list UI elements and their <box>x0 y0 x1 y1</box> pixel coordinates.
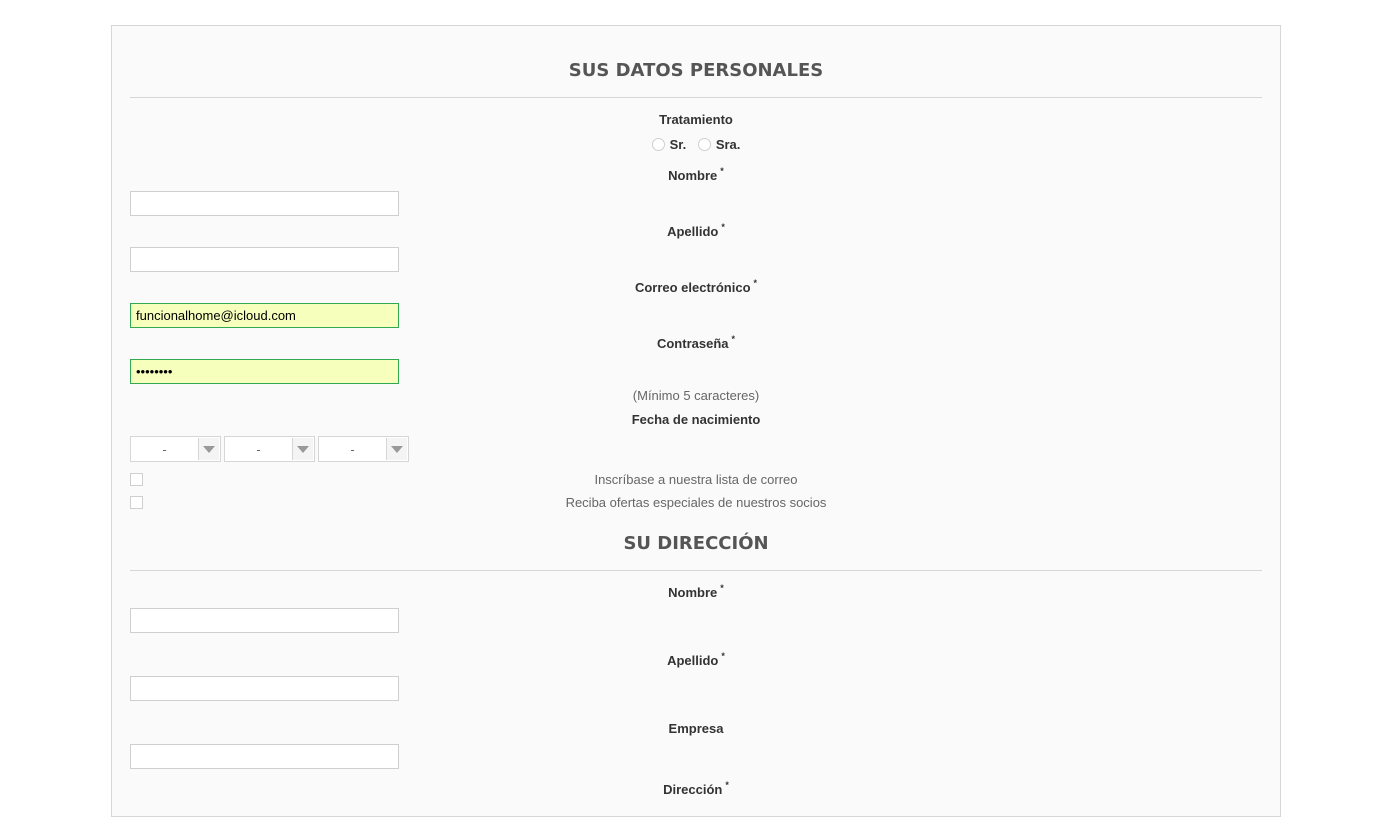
newsletter-label: Inscríbase a nuestra lista de correo <box>594 472 798 487</box>
required-mark: * <box>720 583 724 593</box>
partner-offers-label: Reciba ofertas especiales de nuestros so… <box>565 495 827 510</box>
chevron-down-icon <box>198 438 219 460</box>
address-first-name-input[interactable] <box>130 608 399 633</box>
company-label: Empresa <box>668 721 724 736</box>
title-label: Tratamiento <box>659 112 733 127</box>
address-divider <box>130 570 1262 571</box>
title-option-mr-label: Sr. <box>669 137 687 152</box>
required-mark: * <box>731 334 736 344</box>
address-last-name-label: Apellido * <box>667 651 725 668</box>
personal-data-divider <box>130 97 1262 98</box>
radio-mr[interactable] <box>651 138 665 152</box>
birthdate-year-value: - <box>350 442 355 457</box>
last-name-label: Apellido * <box>667 222 725 239</box>
required-mark: * <box>720 166 724 176</box>
company-input[interactable] <box>130 744 399 769</box>
birthdate-month-value: - <box>256 442 261 457</box>
title-option-mr[interactable]: Sr. <box>651 137 687 152</box>
title-option-mrs[interactable]: Sra. <box>697 137 741 152</box>
birthdate-month-select[interactable]: - <box>224 436 315 462</box>
first-name-input[interactable] <box>130 191 399 216</box>
email-input[interactable]: funcionalhome@icloud.com <box>130 303 399 328</box>
first-name-label: Nombre * <box>668 166 724 183</box>
last-name-input[interactable] <box>130 247 399 272</box>
radio-mrs[interactable] <box>697 138 711 152</box>
birthdate-day-select[interactable]: - <box>130 436 221 462</box>
email-label: Correo electrónico * <box>634 278 758 295</box>
chevron-down-icon <box>292 438 313 460</box>
birthdate-day-value: - <box>162 442 167 457</box>
chevron-down-icon <box>386 438 407 460</box>
title-option-mrs-label: Sra. <box>715 137 741 152</box>
address-line-label: Dirección * <box>663 780 729 797</box>
birthdate-year-select[interactable]: - <box>318 436 409 462</box>
registration-form-panel: SUS DATOS PERSONALES Tratamiento Sr. Sra… <box>111 25 1281 817</box>
title-radio-group: Sr. Sra. <box>112 137 1280 152</box>
password-label: Contraseña * <box>656 334 736 351</box>
password-input[interactable]: •••••••• <box>130 359 399 384</box>
required-mark: * <box>753 278 758 288</box>
required-mark: * <box>721 222 725 232</box>
required-mark: * <box>725 780 729 790</box>
required-mark: * <box>721 651 725 661</box>
address-last-name-input[interactable] <box>130 676 399 701</box>
password-hint: (Mínimo 5 caracteres) <box>632 388 760 403</box>
birthdate-label: Fecha de nacimiento <box>631 412 761 427</box>
address-first-name-label: Nombre * <box>668 583 724 600</box>
address-heading: SU DIRECCIÓN <box>623 533 769 554</box>
personal-data-heading: SUS DATOS PERSONALES <box>568 60 824 81</box>
